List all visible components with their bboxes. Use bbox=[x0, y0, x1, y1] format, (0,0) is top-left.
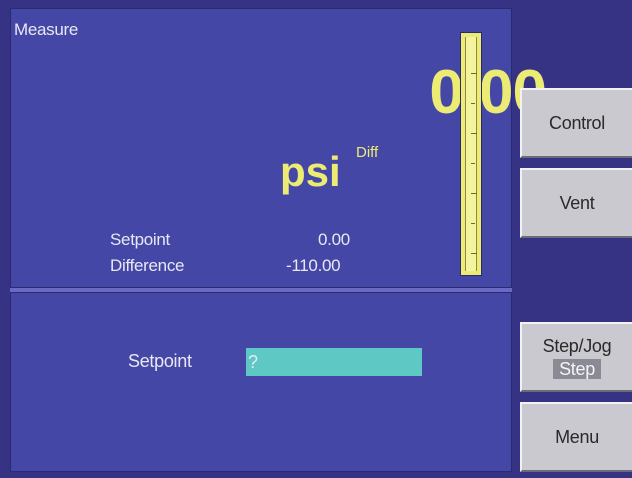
vent-button[interactable]: Vent bbox=[520, 168, 632, 238]
panel-title: Measure bbox=[14, 20, 79, 39]
step-jog-mode: Step bbox=[553, 358, 601, 379]
pressure-bargraph bbox=[460, 32, 482, 276]
bargraph-tick bbox=[471, 163, 475, 164]
pressure-mode: Diff bbox=[356, 144, 379, 161]
menu-button[interactable]: Menu bbox=[520, 402, 632, 472]
bargraph-tick bbox=[471, 103, 475, 104]
bargraph-tick bbox=[471, 193, 477, 194]
step-jog-button[interactable]: Step/Jog Step bbox=[520, 322, 632, 392]
pressure-unit: psi bbox=[280, 148, 341, 195]
difference-value: -110.00 bbox=[286, 256, 341, 275]
setpoint-input[interactable] bbox=[246, 348, 422, 376]
difference-label: Difference bbox=[110, 256, 185, 275]
step-jog-button-label: Step/Jog bbox=[542, 335, 612, 356]
control-button[interactable]: Control bbox=[520, 88, 632, 158]
bargraph-tick bbox=[471, 133, 477, 134]
vent-button-label: Vent bbox=[559, 192, 595, 213]
setpoint-entry-label: Setpoint bbox=[128, 351, 192, 371]
measure-panel bbox=[10, 8, 512, 288]
menu-button-label: Menu bbox=[555, 426, 599, 447]
setpoint-entry-panel bbox=[10, 292, 512, 472]
control-button-label: Control bbox=[549, 112, 605, 133]
bargraph-tick bbox=[471, 73, 477, 74]
instrument-screen: Measure 0.00 psi Diff Setpoint 0.00 Diff… bbox=[0, 0, 632, 478]
bargraph-tick bbox=[471, 223, 475, 224]
bargraph-tick bbox=[471, 253, 477, 254]
setpoint-info-label: Setpoint bbox=[110, 230, 170, 249]
setpoint-info-value: 0.00 bbox=[318, 230, 350, 249]
